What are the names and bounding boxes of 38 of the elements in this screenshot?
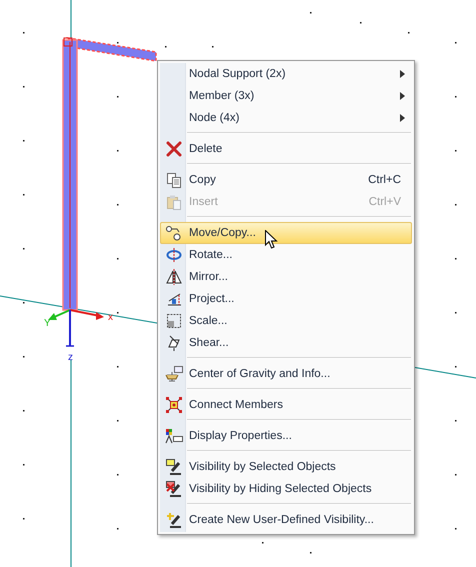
menu-item[interactable]: Display Properties... bbox=[160, 425, 412, 447]
submenu-arrow-icon bbox=[400, 114, 405, 122]
menu-item[interactable]: Mirror... bbox=[160, 266, 412, 288]
axis-label: z bbox=[68, 352, 73, 363]
project-icon bbox=[166, 291, 182, 307]
cursor-icon bbox=[265, 230, 278, 250]
menu-item[interactable]: Visibility by Hiding Selected Objects bbox=[160, 478, 412, 500]
menu-item[interactable]: Node (4x) bbox=[160, 107, 412, 129]
menu-item[interactable]: Copy Ctrl+C bbox=[160, 169, 412, 191]
menu-item[interactable]: Delete bbox=[160, 138, 412, 160]
menu-item[interactable]: Move/Copy... bbox=[160, 222, 412, 244]
menu-item[interactable]: Visibility by Selected Objects bbox=[160, 456, 412, 478]
menu-item[interactable]: Scale... bbox=[160, 310, 412, 332]
balance-scale-icon bbox=[165, 366, 183, 382]
menu-item[interactable]: Rotate... bbox=[160, 244, 412, 266]
menu-item[interactable]: Project... bbox=[160, 288, 412, 310]
submenu-arrow-icon bbox=[400, 70, 405, 78]
menu-item[interactable]: Member (3x) bbox=[160, 85, 412, 107]
submenu-arrow-icon bbox=[400, 92, 405, 100]
copy-icon bbox=[166, 172, 182, 188]
scale-icon bbox=[166, 313, 182, 329]
connect-icon bbox=[166, 397, 182, 413]
shear-icon bbox=[166, 335, 182, 351]
axis-label: x bbox=[108, 312, 113, 323]
menu-item[interactable]: Nodal Support (2x) bbox=[160, 63, 412, 85]
menu-item[interactable]: Create New User-Defined Visibility... bbox=[160, 509, 412, 531]
rotate-icon bbox=[166, 247, 182, 263]
menu-item[interactable]: Shear... bbox=[160, 332, 412, 354]
menu-item[interactable]: Connect Members bbox=[160, 394, 412, 416]
x-axis-arrow bbox=[70, 309, 104, 320]
z-axis-arrow bbox=[66, 310, 74, 347]
menu-item[interactable]: Center of Gravity and Info... bbox=[160, 363, 412, 385]
y-axis-arrow bbox=[48, 309, 70, 320]
clipboard-icon bbox=[166, 194, 182, 210]
mirror-icon bbox=[166, 269, 182, 285]
display-properties-icon bbox=[165, 428, 183, 444]
move-icon bbox=[165, 225, 183, 241]
close-icon bbox=[166, 141, 182, 157]
